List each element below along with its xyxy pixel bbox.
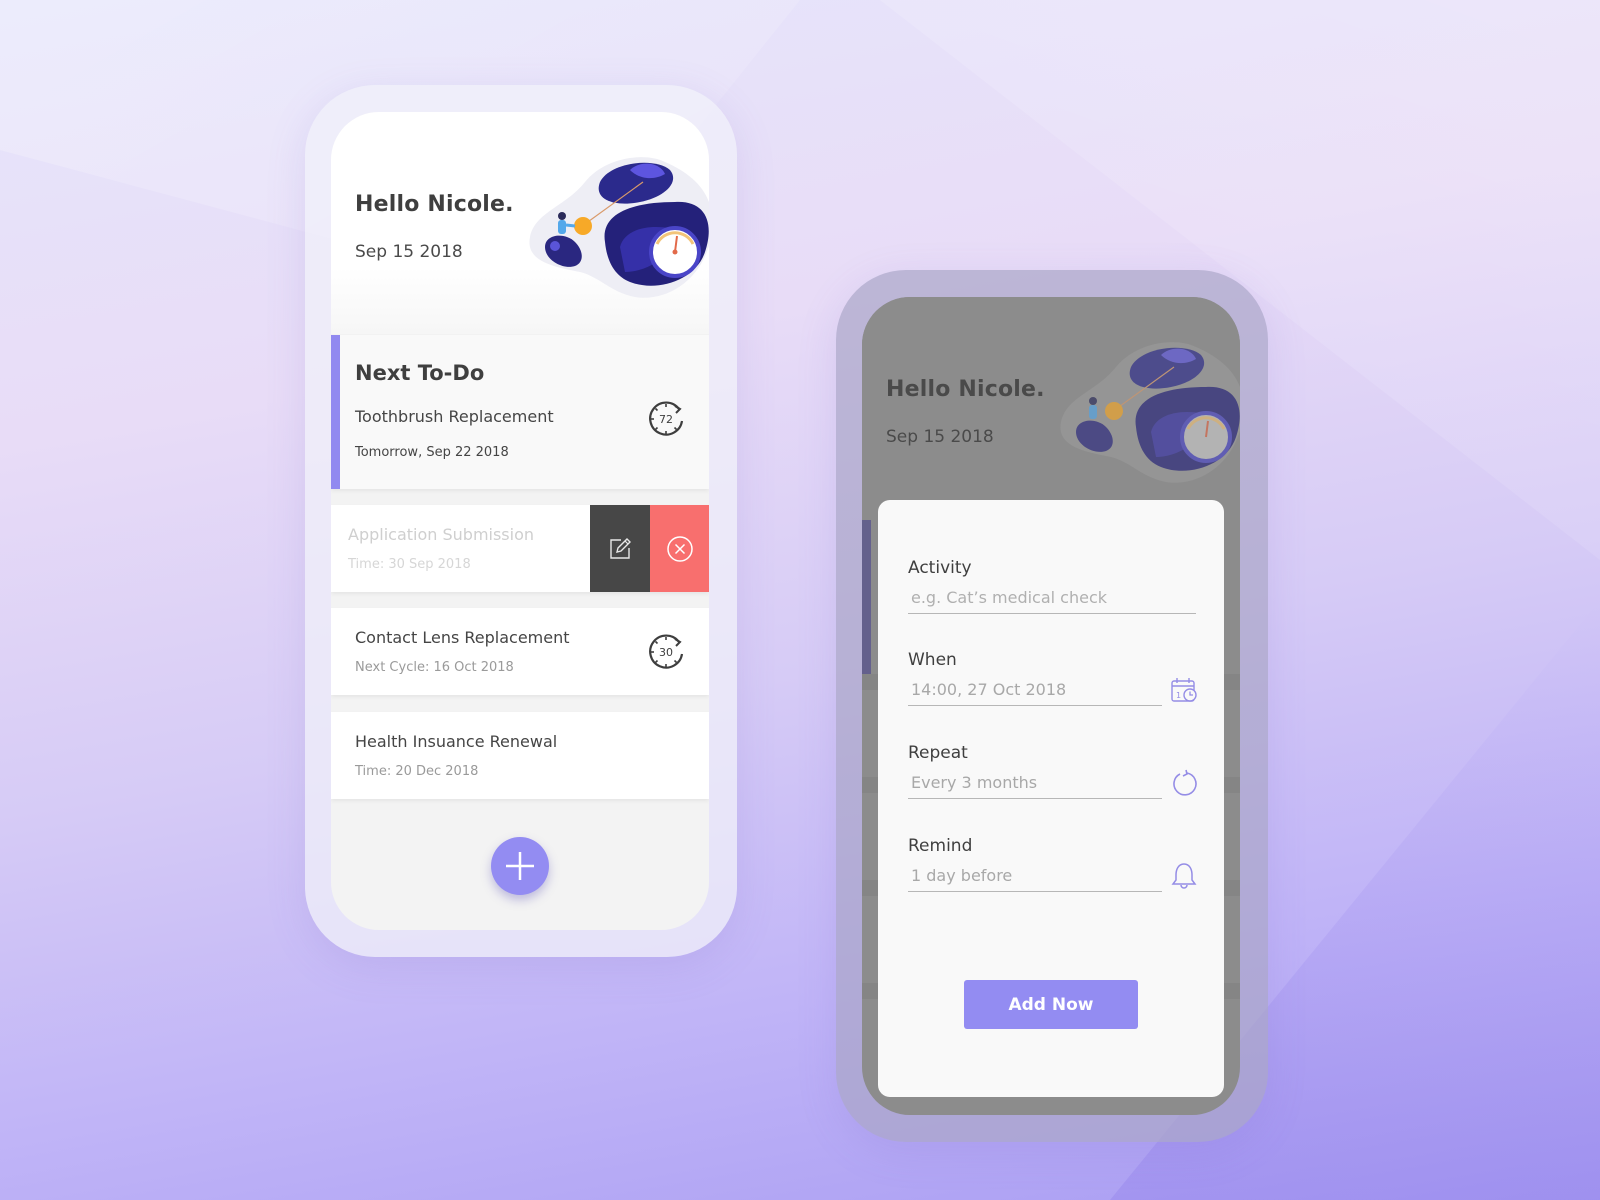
header-illustration: [529, 157, 709, 298]
header-illustration: [1060, 342, 1240, 483]
close-circle-icon: [666, 535, 693, 562]
home-header: Hello Nicole. Sep 15 2018: [331, 112, 709, 334]
bell-icon[interactable]: [1170, 862, 1198, 890]
remind-field: Remind: [908, 836, 1198, 892]
repeat-icon[interactable]: [1170, 769, 1198, 797]
item-title: Contact Lens Replacement: [355, 628, 570, 647]
remind-label: Remind: [908, 836, 973, 856]
swiped-list-item[interactable]: Application Submission Time: 30 Sep 2018: [331, 505, 709, 592]
when-input[interactable]: [908, 680, 1162, 706]
plus-icon: [506, 852, 534, 880]
cycle-badge: 72: [659, 413, 673, 426]
list-item[interactable]: Contact Lens Replacement Next Cycle: 16 …: [331, 608, 709, 695]
next-todo-heading: Next To-Do: [355, 361, 485, 385]
home-screen: Hello Nicole. Sep 15 2018 Next To-Do Too…: [331, 112, 709, 930]
dimmed-header: Hello Nicole. Sep 15 2018: [862, 297, 1240, 519]
current-date: Sep 15 2018: [886, 427, 994, 447]
edit-button[interactable]: [590, 505, 650, 592]
item-title: Health Insuance Renewal: [355, 732, 558, 751]
item-subtitle: Time: 20 Dec 2018: [355, 764, 479, 779]
calendar-clock-icon[interactable]: 1: [1170, 676, 1198, 704]
svg-text:1: 1: [1176, 691, 1181, 700]
greeting: Hello Nicole.: [355, 192, 514, 217]
cycle-badge: 30: [659, 646, 673, 659]
activity-input[interactable]: [908, 588, 1196, 614]
next-todo-task: Toothbrush Replacement: [355, 407, 554, 426]
add-task-screen: Hello Nicole. Sep 15 2018 Activity e.g. …: [862, 297, 1240, 1115]
list-item[interactable]: Health Insuance Renewal Time: 20 Dec 201…: [331, 712, 709, 799]
item-subtitle: Time: 30 Sep 2018: [348, 557, 471, 572]
activity-field: Activity: [908, 558, 1196, 614]
repeat-field: Repeat: [908, 743, 1198, 799]
add-now-button[interactable]: Add Now: [964, 980, 1138, 1029]
phone-home: Hello Nicole. Sep 15 2018 Next To-Do Too…: [305, 85, 737, 957]
delete-button[interactable]: [650, 505, 709, 592]
phone-add-task: Hello Nicole. Sep 15 2018 Activity e.g. …: [836, 270, 1268, 1142]
item-title: Application Submission: [348, 525, 535, 544]
activity-label: Activity: [908, 558, 972, 578]
edit-pencil-icon: [610, 537, 631, 559]
when-field: When 1: [908, 650, 1198, 706]
next-todo-card[interactable]: Next To-Do Toothbrush Replacement Tomorr…: [331, 335, 709, 489]
dimmed-accent-bar: [862, 520, 871, 674]
timer-cycle-icon: 72: [649, 401, 684, 436]
next-todo-date: Tomorrow, Sep 22 2018: [355, 445, 509, 460]
add-task-sheet: Activity When 1 Repeat: [878, 500, 1224, 1097]
repeat-label: Repeat: [908, 743, 968, 763]
greeting: Hello Nicole.: [886, 377, 1045, 402]
remind-input[interactable]: [908, 866, 1162, 892]
timer-cycle-icon: 30: [649, 634, 684, 669]
add-task-button[interactable]: [491, 837, 549, 895]
repeat-input[interactable]: [908, 773, 1162, 799]
item-subtitle: Next Cycle: 16 Oct 2018: [355, 660, 514, 675]
current-date: Sep 15 2018: [355, 242, 463, 262]
when-label: When: [908, 650, 957, 670]
